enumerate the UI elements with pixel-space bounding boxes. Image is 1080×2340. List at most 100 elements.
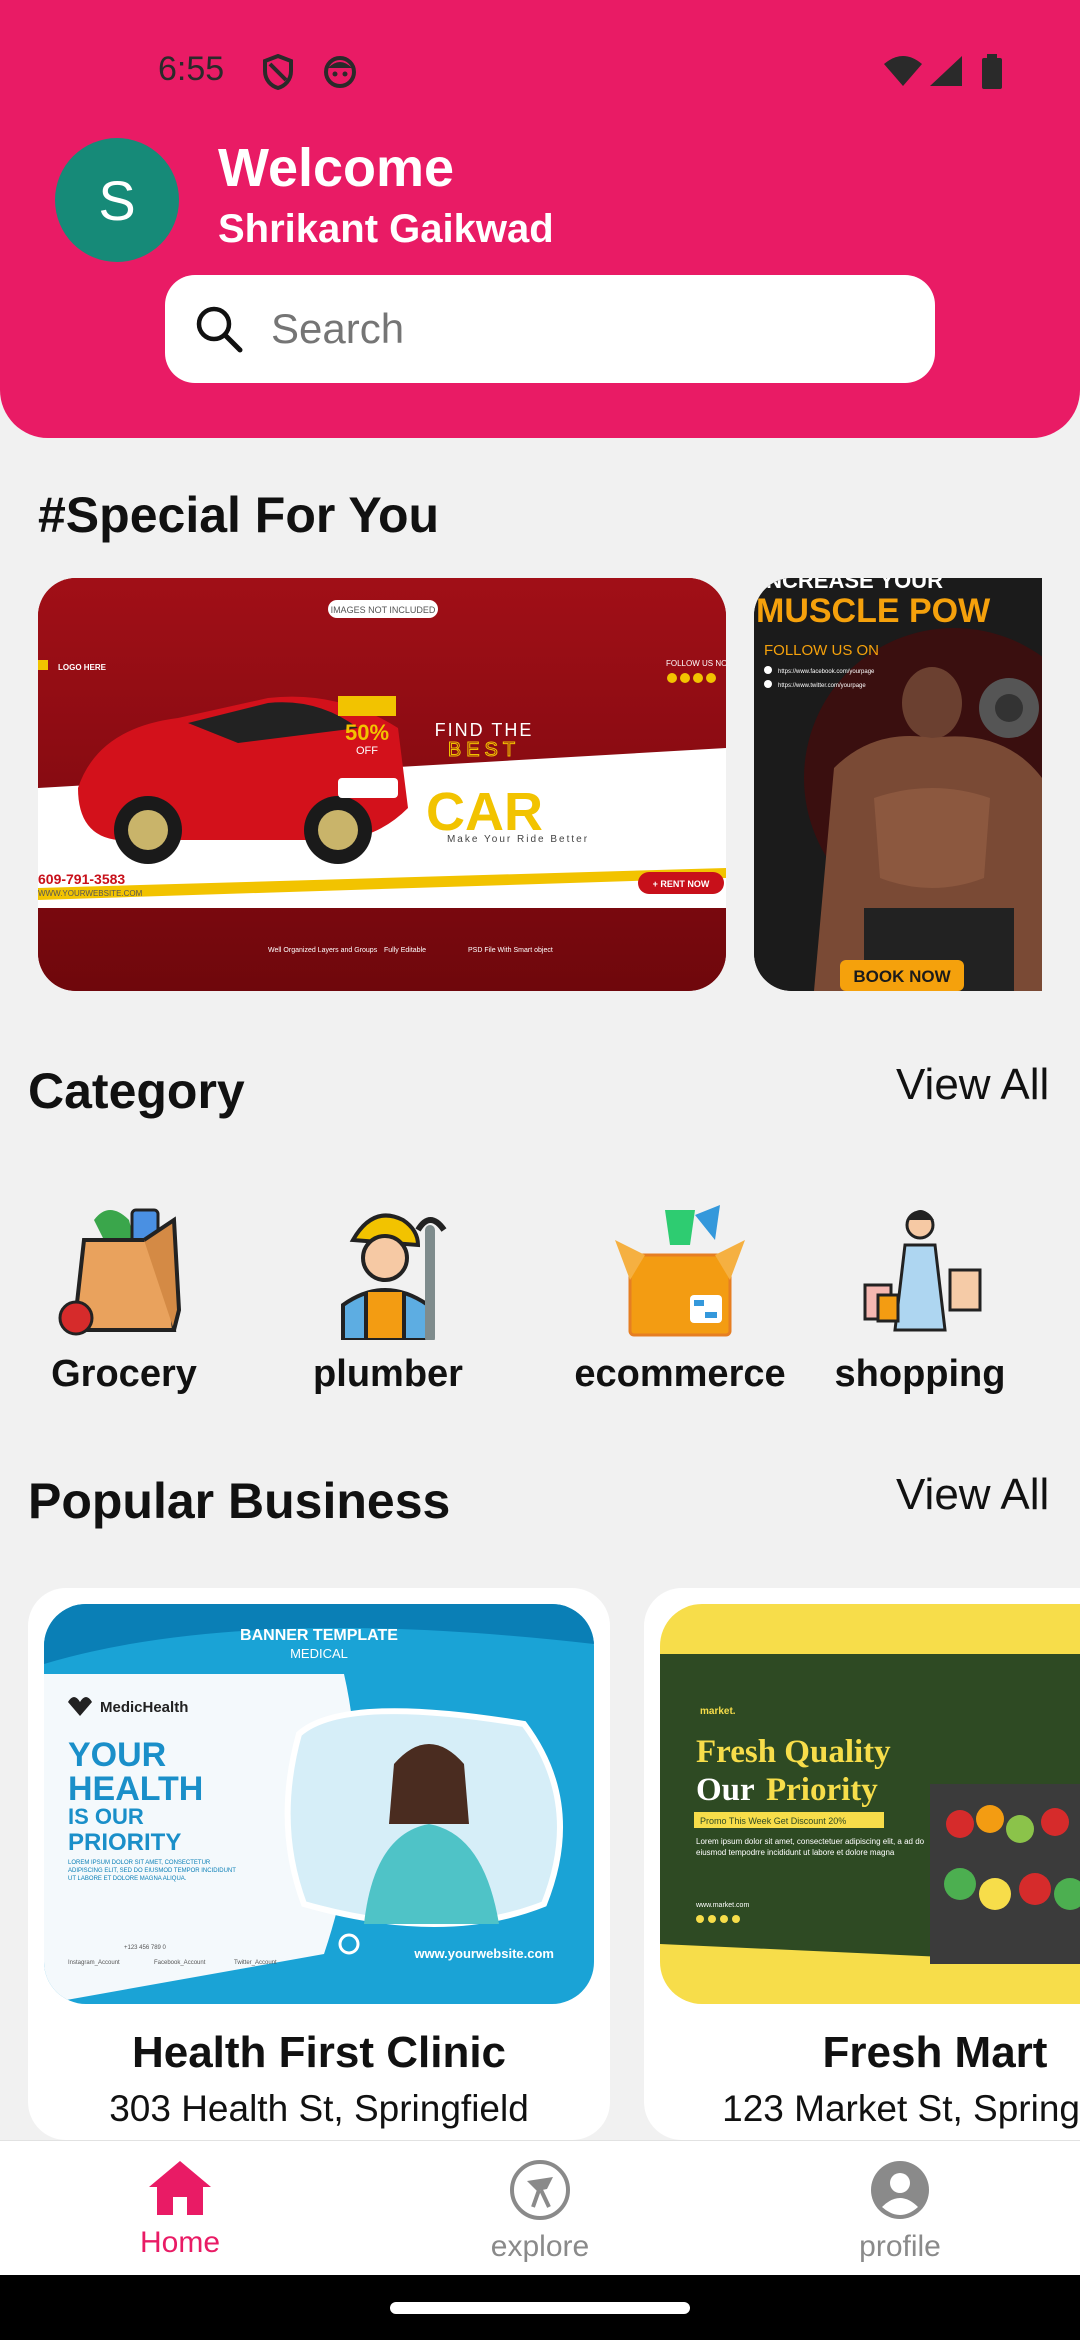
popular-title: Popular Business <box>28 1473 451 1529</box>
car-rent-banner[interactable]: IMAGES NOT INCLUDED LOGO HERE FOLLOW US … <box>38 578 726 991</box>
muscle-headline: MUSCLE POW <box>756 592 991 630</box>
nav-profile-label: profile <box>859 2230 941 2263</box>
market-h1: Fresh Quality <box>696 1734 891 1770</box>
welcome-title: Welcome <box>218 138 455 198</box>
health-h3: IS OUR <box>68 1804 144 1829</box>
category-label: ecommerce <box>574 1353 786 1395</box>
market-promo: Promo This Week Get Discount 20% <box>700 1816 846 1826</box>
popular-view-all-link[interactable]: View All <box>896 1470 1049 1520</box>
health-website: www.yourwebsite.com <box>413 1946 554 1961</box>
car-phone: 609-791-3583 <box>38 871 125 887</box>
business-address: 123 Market St, Springfield <box>722 2088 1080 2129</box>
bottom-navigation: Home explore profile <box>0 2140 1080 2275</box>
user-name: Shrikant Gaikwad <box>218 207 554 251</box>
status-time: 6:55 <box>158 50 225 88</box>
battery-icon <box>982 54 1002 89</box>
muscle-top-text: INCREASE YOUR <box>760 578 943 593</box>
search-input[interactable] <box>271 305 911 353</box>
nav-explore[interactable]: explore <box>440 2159 640 2264</box>
health-h4: PRIORITY <box>68 1829 181 1856</box>
market-h2b: Priority <box>766 1772 878 1808</box>
health-social-2: Twitter_Account <box>234 1960 277 1966</box>
images-note: IMAGES NOT INCLUDED <box>331 605 436 615</box>
health-h1: YOUR <box>68 1736 166 1774</box>
health-banner-image: BANNER TEMPLATE MEDICAL MedicHealth YOUR… <box>44 1604 594 2004</box>
nav-explore-label: explore <box>490 2230 590 2263</box>
market-body: Lorem ipsum dolor sit amet, consectetuer… <box>696 1837 925 1857</box>
explore-icon <box>510 2160 570 2220</box>
shield-status-icon <box>263 54 293 90</box>
face-status-icon <box>324 56 356 88</box>
rent-headline: RENT <box>538 782 685 842</box>
category-title: Category <box>28 1063 245 1119</box>
home-gesture-handle[interactable] <box>390 2302 690 2314</box>
business-card-health-first[interactable]: BANNER TEMPLATE MEDICAL MedicHealth YOUR… <box>28 1588 610 2140</box>
car-headline: CAR <box>426 782 543 842</box>
category-item-shopping[interactable]: shopping <box>810 1200 1030 1396</box>
health-brand: MedicHealth <box>100 1699 188 1716</box>
car-rent-banner-art: IMAGES NOT INCLUDED LOGO HERE FOLLOW US … <box>38 578 726 991</box>
market-banner-image: market. Fresh Quality Our Priority Promo… <box>660 1604 1080 2004</box>
nav-home-label: Home <box>139 2226 221 2259</box>
muscle-link-2: https://www.twitter.com/yourpage <box>778 683 866 689</box>
business-address: 303 Health St, Springfield <box>109 2088 529 2129</box>
home-icon <box>149 2161 211 2215</box>
business-name: Fresh Mart <box>822 2028 1048 2077</box>
car-tagline: Make Your Ride Better <box>447 834 589 845</box>
medical-banner-art: BANNER TEMPLATE MEDICAL MedicHealth YOUR… <box>44 1604 594 2004</box>
health-social-1: Facebook_Account <box>154 1960 206 1966</box>
special-section-title: #Special For You <box>38 487 440 543</box>
muscle-follow: FOLLOW US ON <box>764 642 879 659</box>
discount-percent: 50% <box>345 720 389 745</box>
best-text: BEST <box>448 739 520 761</box>
nav-profile[interactable]: profile <box>800 2159 1000 2264</box>
feature-2: Fully Editable <box>384 947 426 954</box>
health-h2: HEALTH <box>68 1770 203 1808</box>
signal-icon <box>930 56 962 86</box>
logo-text: LOGO HERE <box>58 663 107 672</box>
rent-now-cta: + RENT NOW <box>653 879 710 889</box>
plumber-icon <box>341 1213 447 1343</box>
category-label: shopping <box>834 1353 1006 1395</box>
category-view-all-link[interactable]: View All <box>896 1060 1049 1110</box>
nav-home[interactable]: Home <box>80 2159 280 2260</box>
market-h2: Our <box>696 1772 755 1808</box>
shopping-woman-icon <box>863 1210 982 1332</box>
for-text: FOR <box>498 761 538 778</box>
status-bar: 6:55 <box>0 0 1080 140</box>
wifi-icon <box>884 56 922 86</box>
system-navigation-bar <box>0 2275 1080 2340</box>
business-name: Health First Clinic <box>131 2028 507 2077</box>
health-tag-1: BANNER TEMPLATE <box>240 1627 398 1644</box>
app-header: 6:55 S Welcome Shrikant Gaikwad <box>0 0 1080 438</box>
vegetables-illustration <box>930 1784 1080 1964</box>
category-item-ecommerce[interactable]: ecommerce <box>570 1200 790 1396</box>
muscle-power-banner[interactable]: INCREASE YOUR MUSCLE POW FOLLOW US ON ht… <box>754 578 1042 991</box>
find-the-text: FIND THE <box>435 720 534 740</box>
search-icon <box>196 306 243 353</box>
feature-3: PSD File With Smart object <box>468 947 553 954</box>
muscle-banner-art: INCREASE YOUR MUSCLE POW FOLLOW US ON ht… <box>754 578 1042 991</box>
search-bar[interactable] <box>165 275 935 383</box>
avatar[interactable]: S <box>55 138 179 262</box>
health-phone: +123 456 789 0 <box>124 1945 167 1951</box>
category-label: plumber <box>313 1353 463 1395</box>
category-item-plumber[interactable]: plumber <box>278 1200 498 1396</box>
car-website: WWW.YOURWEBSITE.COM <box>38 889 143 898</box>
profile-icon <box>871 2161 929 2219</box>
muscle-link-1: https://www.facebook.com/yourpage <box>778 669 875 675</box>
market-brand: market. <box>700 1706 736 1717</box>
discount-off: OFF <box>356 745 378 757</box>
book-now-cta: BOOK NOW <box>853 967 951 986</box>
health-tag-2: MEDICAL <box>290 1646 348 1661</box>
feature-1: Well Organized Layers and Groups <box>268 947 378 954</box>
health-social-3: Instagram_Account <box>68 1960 120 1966</box>
category-item-grocery[interactable]: Grocery <box>14 1200 234 1396</box>
business-card-fresh-mart[interactable]: market. Fresh Quality Our Priority Promo… <box>644 1588 1080 2140</box>
health-body: LOREM IPSUM DOLOR SIT AMET, CONSECTETUR … <box>68 1860 236 1882</box>
follow-text: FOLLOW US NOW <box>666 659 726 668</box>
ecommerce-box-icon <box>615 1205 745 1337</box>
market-banner-art: market. Fresh Quality Our Priority Promo… <box>660 1604 1080 2004</box>
category-label: Grocery <box>51 1353 197 1395</box>
market-website: www.market.com <box>695 1902 749 1909</box>
